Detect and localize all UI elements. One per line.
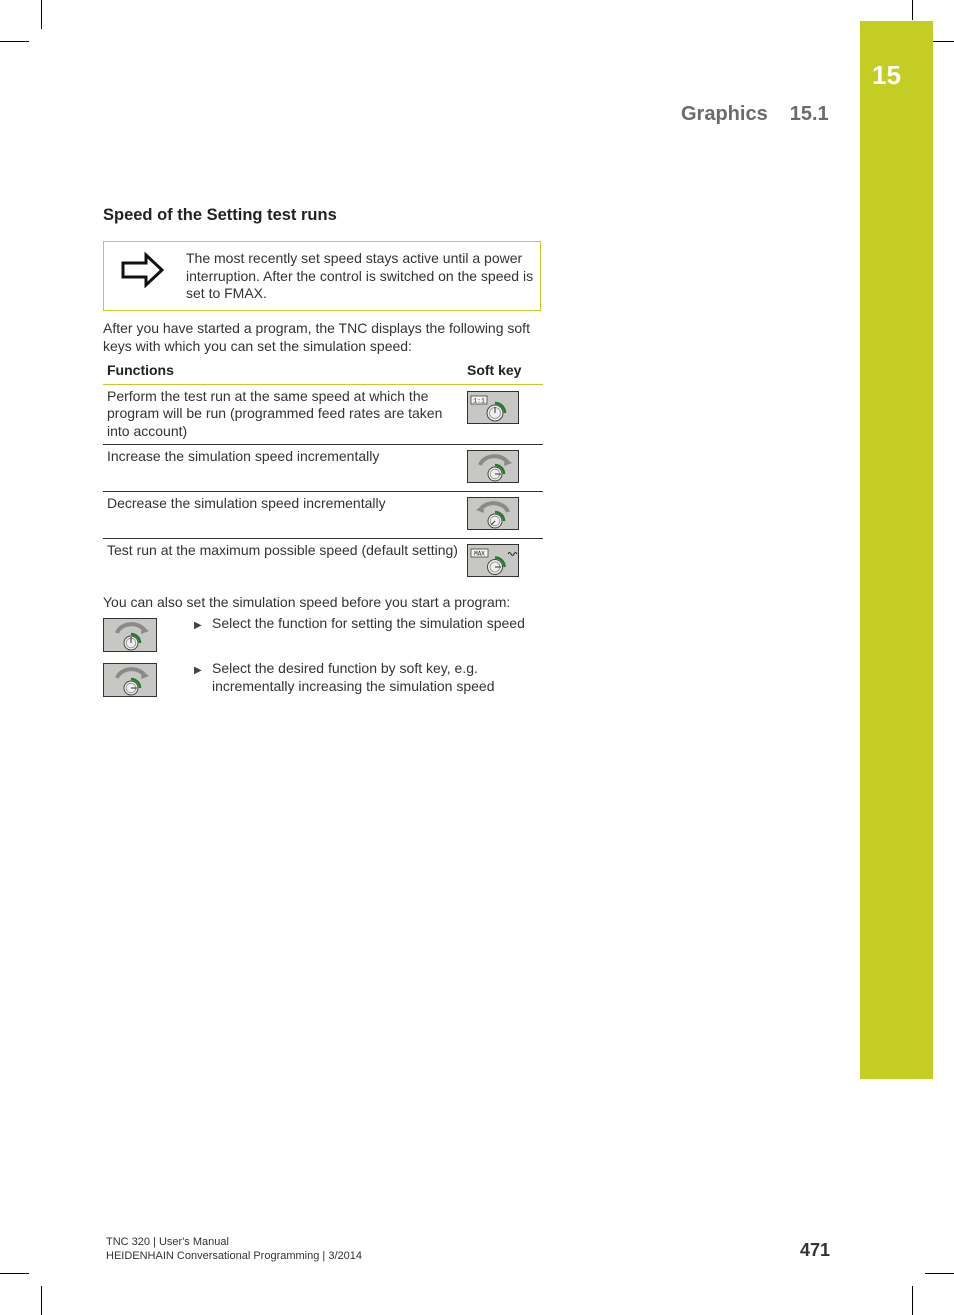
- header-softkey: Soft key: [463, 360, 543, 385]
- crop-mark: [41, 1286, 42, 1315]
- chapter-number: 15: [872, 60, 901, 90]
- step-item: ▶ Select the desired function by soft ke…: [103, 660, 543, 707]
- chapter-tab: [860, 21, 933, 1079]
- crop-mark: [0, 1273, 29, 1274]
- speed-increase-softkey-icon: [115, 667, 149, 696]
- triangle-bullet-icon: ▶: [194, 620, 202, 631]
- header-functions: Functions: [103, 360, 463, 385]
- speed-decrease-softkey-icon: [476, 501, 510, 529]
- table-row: Decrease the simulation speed incrementa…: [103, 491, 543, 539]
- page-number: 471: [800, 1240, 831, 1260]
- table-header-row: Functions Soft key: [103, 360, 543, 385]
- table-row: Increase the simulation speed incrementa…: [103, 444, 543, 492]
- step-text: Select the function for setting the simu…: [212, 615, 525, 631]
- arrow-right-outline-icon: [121, 252, 165, 288]
- crop-mark: [0, 41, 29, 42]
- crop-mark: [41, 0, 42, 29]
- wave-icon: [507, 552, 518, 556]
- function-text: Perform the test run at the same speed a…: [103, 384, 463, 445]
- speed-increase-softkey[interactable]: [103, 663, 157, 697]
- crop-mark: [912, 0, 913, 20]
- running-head-title: Graphics: [681, 103, 768, 125]
- crop-mark: [912, 1286, 913, 1315]
- softkey-label: MAX: [474, 551, 485, 558]
- table-row: Test run at the maximum possible speed (…: [103, 539, 543, 587]
- speed-increase-softkey[interactable]: [467, 450, 519, 483]
- note-text: The most recently set speed stays active…: [186, 250, 534, 301]
- step-text: Select the desired function by soft key,…: [212, 660, 495, 694]
- running-head: Graphics 15.1: [681, 103, 829, 126]
- table-row: Perform the test run at the same speed a…: [103, 384, 543, 445]
- simulation-speed-softkey[interactable]: [103, 618, 157, 652]
- footer-line-1: TNC 320 | User's Manual: [106, 1236, 229, 1248]
- simulation-speed-softkey-icon: [115, 622, 149, 651]
- triangle-bullet-icon: ▶: [194, 665, 202, 676]
- note-box: The most recently set speed stays active…: [103, 241, 541, 311]
- speed-1-to-1-softkey[interactable]: 1:1: [467, 390, 519, 424]
- section-heading: Speed of the Setting test runs: [103, 206, 337, 224]
- step-list: ▶ Select the function for setting the si…: [103, 615, 543, 707]
- also-paragraph: You can also set the simulation speed be…: [103, 594, 511, 610]
- speed-max-softkey[interactable]: MAX: [467, 544, 519, 577]
- softkey-table: Functions Soft key Perform the test run …: [103, 360, 543, 587]
- speed-max-softkey-icon: MAX: [470, 548, 518, 575]
- intro-paragraph: After you have started a program, the TN…: [103, 320, 530, 354]
- speed-increase-softkey-icon: [478, 454, 512, 482]
- softkey-label: 1:1: [473, 397, 485, 404]
- footer: TNC 320 | User's Manual HEIDENHAIN Conve…: [106, 1235, 362, 1263]
- function-text: Test run at the maximum possible speed (…: [107, 542, 458, 558]
- speed-decrease-softkey[interactable]: [467, 497, 519, 530]
- footer-line-2: HEIDENHAIN Conversational Programming | …: [106, 1250, 362, 1262]
- crop-mark: [933, 41, 954, 42]
- speed-1-to-1-softkey-icon: 1:1: [470, 395, 507, 421]
- function-text: Decrease the simulation speed incrementa…: [103, 491, 463, 539]
- running-head-section: 15.1: [789, 103, 829, 125]
- crop-mark: [925, 1273, 954, 1274]
- step-item: ▶ Select the function for setting the si…: [103, 615, 543, 662]
- function-text: Increase the simulation speed incrementa…: [103, 444, 463, 492]
